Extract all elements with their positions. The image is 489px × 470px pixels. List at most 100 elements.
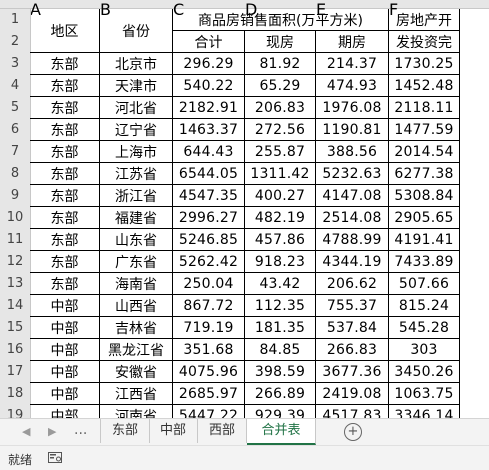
table-cell[interactable]: 4191.41 <box>389 229 460 251</box>
table-cell[interactable]: 181.35 <box>245 317 316 339</box>
table-cell[interactable]: 1477.59 <box>389 119 460 141</box>
row-header-1[interactable]: 1 <box>0 9 30 31</box>
header-total-cell[interactable]: 合计 <box>173 31 245 53</box>
table-cell[interactable]: 5447.22 <box>173 405 245 418</box>
table-cell[interactable]: 1452.48 <box>389 75 460 97</box>
table-cell[interactable]: 3450.26 <box>389 361 460 383</box>
table-cell[interactable]: 1976.08 <box>316 97 389 119</box>
table-cell[interactable]: 东部 <box>30 119 100 141</box>
table-cell[interactable]: 5246.85 <box>173 229 245 251</box>
table-cell[interactable]: 中部 <box>30 361 100 383</box>
table-cell[interactable]: 1063.75 <box>389 383 460 405</box>
table-cell[interactable]: 东部 <box>30 251 100 273</box>
macro-record-icon[interactable] <box>48 452 62 463</box>
table-cell[interactable]: 214.37 <box>316 53 389 75</box>
table-cell[interactable]: 河北省 <box>100 97 173 119</box>
table-cell[interactable]: 江西省 <box>100 383 173 405</box>
table-cell[interactable]: 474.93 <box>316 75 389 97</box>
table-cell[interactable]: 黑龙江省 <box>100 339 173 361</box>
table-cell[interactable]: 中部 <box>30 317 100 339</box>
table-cell[interactable]: 84.85 <box>245 339 316 361</box>
table-cell[interactable]: 4547.35 <box>173 185 245 207</box>
table-cell[interactable]: 4517.83 <box>316 405 389 418</box>
table-cell[interactable]: 918.23 <box>245 251 316 273</box>
header-sales-area-cell[interactable]: 商品房销售面积(万平方米) <box>173 9 389 31</box>
table-cell[interactable]: 545.28 <box>389 317 460 339</box>
row-header-12[interactable]: 12 <box>0 251 30 273</box>
table-cell[interactable]: 4147.08 <box>316 185 389 207</box>
table-cell[interactable]: 255.87 <box>245 141 316 163</box>
tab-scroll-left-icon[interactable]: ◀ <box>22 425 30 438</box>
row-header-17[interactable]: 17 <box>0 361 30 383</box>
spreadsheet-grid[interactable]: ABCDEF 1 2 3 4 5 6 7 8 9 10 11 12 13 14 15 16 17 18 19 地区 … <box>0 0 489 418</box>
table-cell[interactable]: 福建省 <box>100 207 173 229</box>
table-cell[interactable]: 山东省 <box>100 229 173 251</box>
row-header-7[interactable]: 7 <box>0 141 30 163</box>
table-cell[interactable]: 东部 <box>30 141 100 163</box>
table-cell[interactable]: 辽宁省 <box>100 119 173 141</box>
table-cell[interactable]: 4788.99 <box>316 229 389 251</box>
table-cell[interactable]: 7433.89 <box>389 251 460 273</box>
header-region-cell[interactable]: 地区 <box>30 9 100 53</box>
header-existing-cell[interactable]: 现房 <box>245 31 316 53</box>
add-sheet-button[interactable]: + <box>344 423 362 441</box>
table-cell[interactable]: 中部 <box>30 383 100 405</box>
table-cell[interactable]: 江苏省 <box>100 163 173 185</box>
table-cell[interactable]: 81.92 <box>245 53 316 75</box>
row-header-6[interactable]: 6 <box>0 119 30 141</box>
table-cell[interactable]: 东部 <box>30 185 100 207</box>
table-cell[interactable]: 250.04 <box>173 273 245 295</box>
table-cell[interactable]: 安徽省 <box>100 361 173 383</box>
tab-central[interactable]: 中部 <box>149 419 198 443</box>
table-cell[interactable]: 5308.84 <box>389 185 460 207</box>
table-cell[interactable]: 2996.27 <box>173 207 245 229</box>
table-cell[interactable]: 6277.38 <box>389 163 460 185</box>
table-cell[interactable]: 112.35 <box>245 295 316 317</box>
row-header-3[interactable]: 3 <box>0 53 30 75</box>
table-cell[interactable]: 482.19 <box>245 207 316 229</box>
table-cell[interactable]: 2905.65 <box>389 207 460 229</box>
table-cell[interactable]: 206.83 <box>245 97 316 119</box>
table-cell[interactable]: 东部 <box>30 75 100 97</box>
tab-merged[interactable]: 合并表 <box>247 419 316 445</box>
row-header-19[interactable]: 19 <box>0 405 30 418</box>
table-cell[interactable]: 65.29 <box>245 75 316 97</box>
row-header-15[interactable]: 15 <box>0 317 30 339</box>
row-header-2[interactable]: 2 <box>0 31 30 53</box>
table-cell[interactable]: 中部 <box>30 339 100 361</box>
table-cell[interactable]: 1190.81 <box>316 119 389 141</box>
table-cell[interactable]: 266.89 <box>245 383 316 405</box>
table-cell[interactable]: 296.29 <box>173 53 245 75</box>
header-province-cell[interactable]: 省份 <box>100 9 173 53</box>
header-investment-line2-cell[interactable]: 发投资完 <box>389 31 460 53</box>
table-cell[interactable]: 东部 <box>30 207 100 229</box>
grid-blank-area[interactable] <box>461 9 489 418</box>
table-cell[interactable]: 719.19 <box>173 317 245 339</box>
table-cell[interactable]: 507.66 <box>389 273 460 295</box>
row-header-14[interactable]: 14 <box>0 295 30 317</box>
table-cell[interactable]: 4344.19 <box>316 251 389 273</box>
table-cell[interactable]: 266.83 <box>316 339 389 361</box>
table-cell[interactable]: 43.42 <box>245 273 316 295</box>
table-cell[interactable]: 东部 <box>30 163 100 185</box>
table-cell[interactable]: 644.43 <box>173 141 245 163</box>
table-cell[interactable]: 2014.54 <box>389 141 460 163</box>
table-cell[interactable]: 537.84 <box>316 317 389 339</box>
table-cell[interactable]: 5232.63 <box>316 163 389 185</box>
row-header-5[interactable]: 5 <box>0 97 30 119</box>
table-cell[interactable]: 815.24 <box>389 295 460 317</box>
row-header-8[interactable]: 8 <box>0 163 30 185</box>
table-cell[interactable]: 400.27 <box>245 185 316 207</box>
table-cell[interactable]: 929.39 <box>245 405 316 418</box>
table-cell[interactable]: 北京市 <box>100 53 173 75</box>
tab-overflow-ellipsis[interactable]: ... <box>74 422 87 438</box>
table-cell[interactable]: 2685.97 <box>173 383 245 405</box>
table-cell[interactable]: 东部 <box>30 229 100 251</box>
table-cell[interactable]: 457.86 <box>245 229 316 251</box>
table-cell[interactable]: 4075.96 <box>173 361 245 383</box>
table-cell[interactable]: 272.56 <box>245 119 316 141</box>
table-cell[interactable]: 540.22 <box>173 75 245 97</box>
table-cell[interactable]: 5262.42 <box>173 251 245 273</box>
table-cell[interactable]: 867.72 <box>173 295 245 317</box>
table-cell[interactable]: 中部 <box>30 295 100 317</box>
